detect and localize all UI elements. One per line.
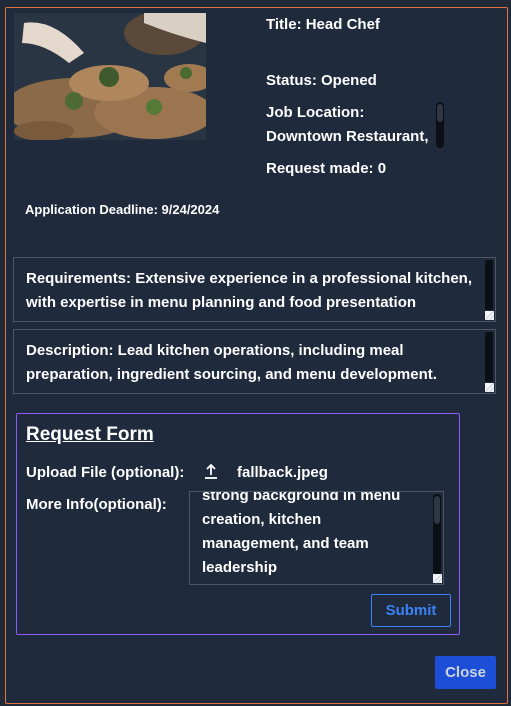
uploaded-file-name[interactable]: fallback.jpeg <box>237 464 328 481</box>
resize-grip-icon[interactable] <box>433 574 442 583</box>
requirements-text: Requirements: Extensive experience in a … <box>26 270 472 311</box>
job-details-modal: Title: Head Chef Status: Opened Job Loca… <box>5 7 508 704</box>
close-button[interactable]: Close <box>435 656 496 689</box>
resize-grip-icon[interactable] <box>485 311 494 320</box>
more-info-text: strong background in menu creation, kitc… <box>202 491 401 576</box>
application-deadline: Application Deadline: 9/24/2024 <box>25 202 220 217</box>
job-status: Status: Opened <box>266 72 377 89</box>
request-form: Request Form Upload File (optional): fal… <box>16 413 460 635</box>
requirements-scrollbar[interactable] <box>485 260 493 310</box>
request-count: Request made: 0 <box>266 160 387 177</box>
resize-grip-icon[interactable] <box>485 383 494 392</box>
job-location: Job Location: Downtown Restaurant, <box>266 104 429 145</box>
requirements-textarea[interactable]: Requirements: Extensive experience in a … <box>13 257 496 322</box>
request-form-title: Request Form <box>26 424 154 445</box>
upload-icon[interactable] <box>203 463 219 481</box>
location-scrollbar[interactable] <box>436 102 444 148</box>
job-title: Title: Head Chef <box>266 16 380 33</box>
more-info-scrollbar[interactable] <box>433 494 441 574</box>
more-info-textarea[interactable]: strong background in menu creation, kitc… <box>189 491 444 585</box>
more-info-label: More Info(optional): <box>26 496 167 513</box>
upload-file-label: Upload File (optional): <box>26 464 185 481</box>
description-scrollbar[interactable] <box>485 332 493 382</box>
description-textarea[interactable]: Description: Lead kitchen operations, in… <box>13 329 496 394</box>
submit-button[interactable]: Submit <box>371 594 451 627</box>
job-photo <box>14 13 206 140</box>
description-text: Description: Lead kitchen operations, in… <box>26 342 437 383</box>
